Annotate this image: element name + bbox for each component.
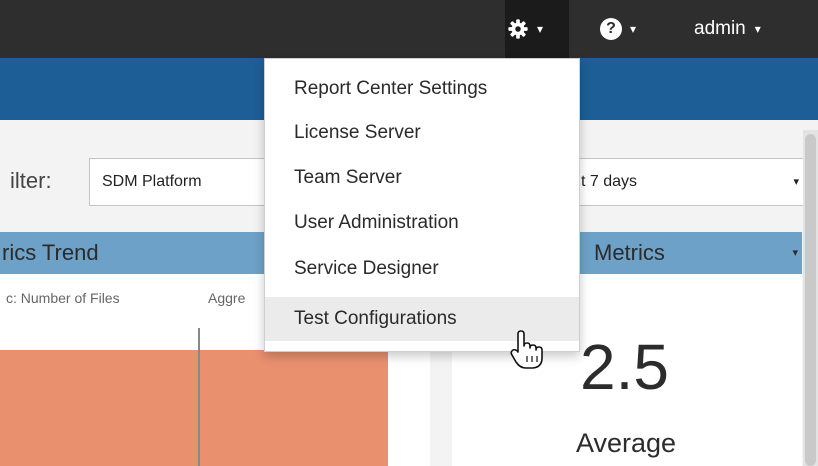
date-range-select[interactable]: t 7 days ▾: [568, 158, 808, 206]
settings-menu-toggle[interactable]: ▾: [505, 0, 569, 58]
panel-title: rics Trend: [2, 240, 99, 265]
metric-value: 2.5: [580, 331, 669, 403]
chart-reference-line: [198, 328, 200, 466]
question-circle-icon: ?: [600, 18, 622, 40]
menu-item-user-administration[interactable]: User Administration: [265, 201, 579, 245]
menu-item-label: Service Designer: [294, 258, 439, 279]
panel-title: Metrics: [594, 240, 665, 265]
menu-item-label: User Administration: [294, 212, 459, 233]
top-navbar: ▾ ? ▾ admin ▾: [0, 0, 818, 58]
date-range-selected-value: t 7 days: [581, 173, 638, 190]
vertical-scrollbar[interactable]: [803, 130, 818, 466]
settings-dropdown-menu: Report Center Settings License Server Te…: [264, 58, 580, 352]
menu-item-service-designer[interactable]: Service Designer: [265, 247, 579, 291]
chevron-down-icon: ▾: [537, 22, 544, 36]
help-menu-toggle[interactable]: ? ▾: [600, 0, 636, 58]
chevron-down-icon: ▾: [793, 176, 799, 188]
menu-item-label: Report Center Settings: [294, 78, 488, 99]
chart-bar: [0, 350, 388, 466]
chevron-down-icon: ▾: [630, 22, 637, 36]
username-label: admin: [694, 18, 746, 39]
chevron-down-icon: ▾: [792, 247, 798, 259]
menu-item-label: License Server: [294, 122, 421, 143]
chevron-down-icon: ▾: [754, 22, 761, 36]
filter-selected-value: SDM Platform: [102, 173, 202, 190]
menu-item-license-server[interactable]: License Server: [265, 111, 579, 155]
metric-label: c: Number of Files: [6, 290, 120, 306]
metric-value-label: Average: [576, 428, 677, 458]
menu-item-team-server[interactable]: Team Server: [265, 156, 579, 200]
menu-item-label: Team Server: [294, 167, 402, 188]
gear-icon: [507, 18, 529, 40]
user-menu-toggle[interactable]: admin ▾: [694, 0, 761, 58]
menu-item-report-center-settings[interactable]: Report Center Settings: [265, 67, 579, 111]
filter-label: ilter:: [10, 168, 52, 193]
hand-cursor-icon: [510, 330, 544, 370]
filter-select[interactable]: SDM Platform: [89, 158, 265, 206]
menu-item-label: Test Configurations: [294, 308, 457, 329]
scrollbar-thumb[interactable]: [805, 134, 816, 466]
aggregation-label: Aggre: [208, 290, 246, 306]
